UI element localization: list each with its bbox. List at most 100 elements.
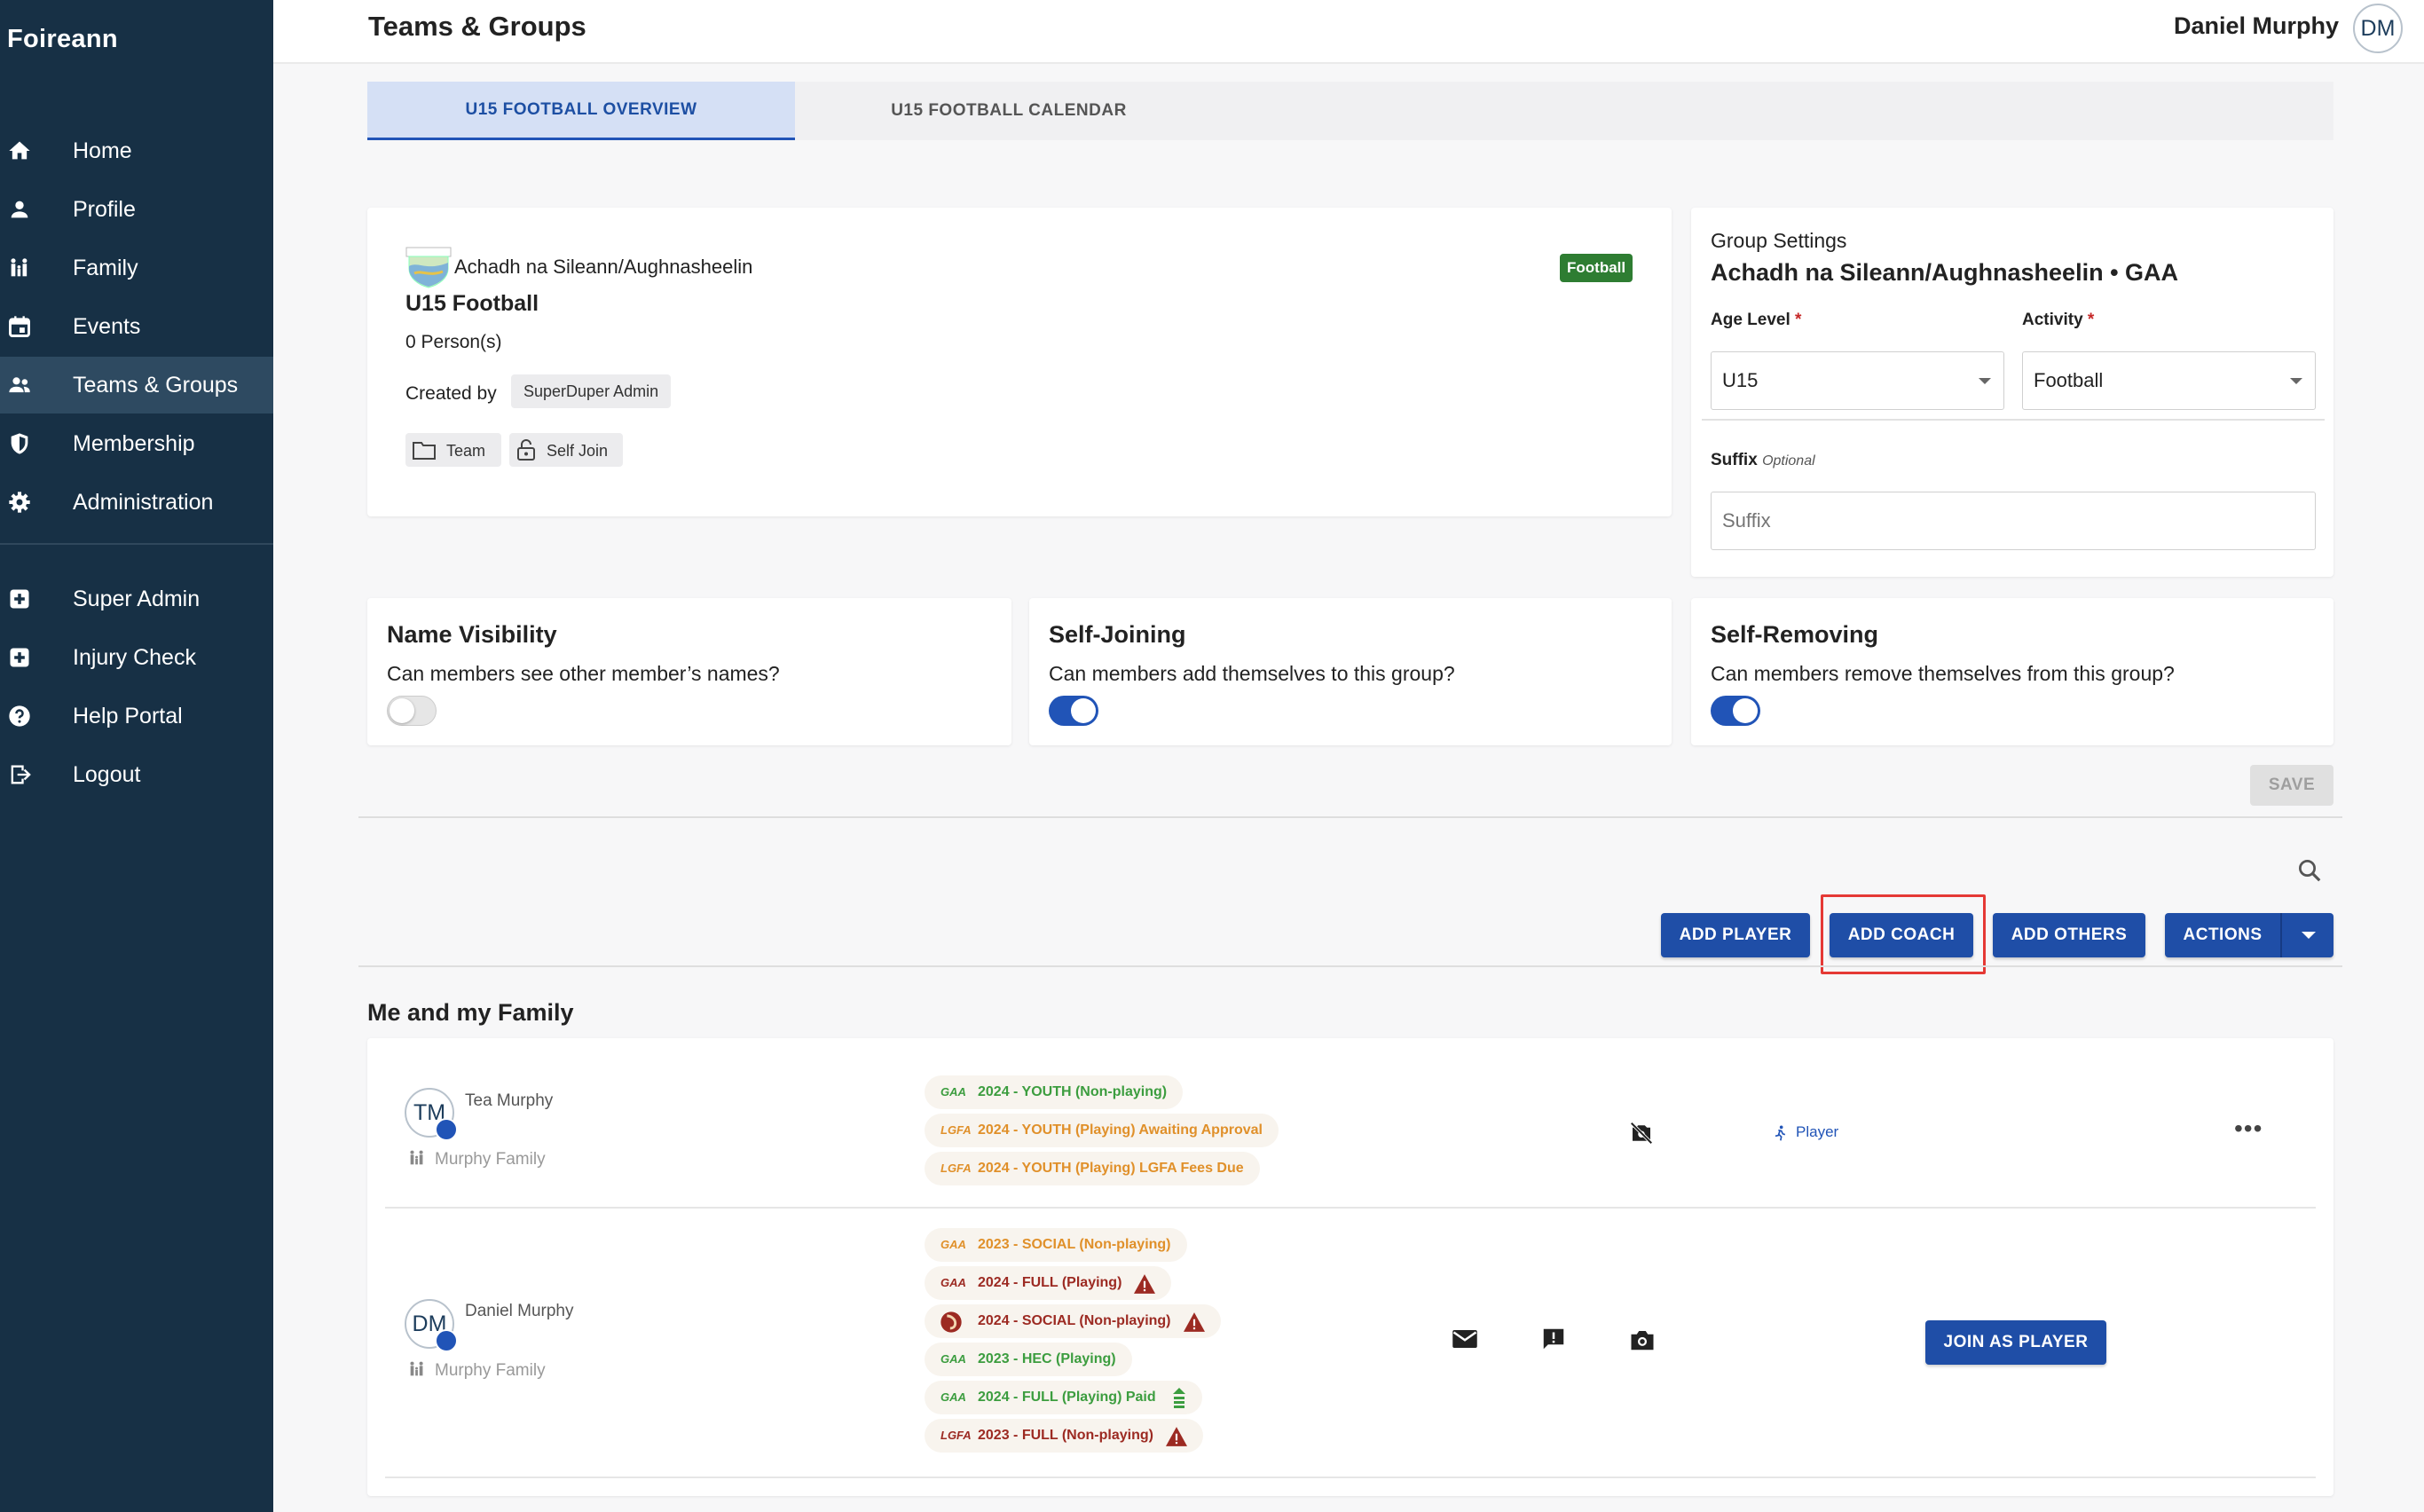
membership-chip[interactable]: GAA 2023 - HEC (Playing) [925,1343,1132,1376]
club-crest-icon [940,1311,962,1333]
chevron-down-icon [1979,378,1991,384]
tag-label: Self Join [547,442,609,460]
sidebar-item-family[interactable]: Family [0,240,273,296]
gaa-logo-icon: GAA [940,1085,966,1099]
member-name[interactable]: Tea Murphy [465,1091,553,1111]
self-join-tag-chip: Self Join [509,433,623,467]
membership-chip[interactable]: 2024 - SOCIAL (Non-playing) [925,1304,1221,1338]
group-settings-club-title: Achadh na Sileann/Aughnasheelin • GAA [1711,259,2179,286]
sidebar-item-label: Home [73,138,132,163]
self-removing-title: Self-Removing [1711,621,1879,648]
search-icon[interactable] [2296,857,2323,884]
sidebar-item-profile[interactable]: Profile [0,181,273,238]
add-others-button[interactable]: ADD OTHERS [1993,913,2145,957]
self-joining-toggle[interactable] [1049,696,1098,726]
self-removing-toggle[interactable] [1711,696,1760,726]
add-player-button[interactable]: ADD PLAYER [1661,913,1810,957]
actions-button[interactable]: ACTIONS [2165,913,2333,957]
sidebar-item-membership[interactable]: Membership [0,415,273,472]
activity-label: Activity * [2022,311,2095,329]
membership-chip[interactable]: LGFA 2024 - YOUTH (Playing) Awaiting Appr… [925,1114,1279,1147]
gaa-logo-icon: GAA [940,1390,966,1404]
chevron-down-icon [2290,378,2302,384]
family-icon [11,258,28,277]
sidebar-divider [0,543,273,545]
calendar-icon [9,316,30,337]
name-visibility-title: Name Visibility [387,621,557,648]
verified-badge-icon [435,1118,458,1141]
shield-icon [11,433,28,454]
chevron-down-icon[interactable] [2302,932,2316,939]
tab-calendar[interactable]: U15 FOOTBALL CALENDAR [795,82,1223,140]
warning-icon [1134,1274,1156,1294]
membership-chip[interactable]: GAA 2023 - SOCIAL (Non-playing) [925,1228,1187,1262]
sidebar-item-label: Profile [73,196,136,222]
sidebar-item-label: Membership [73,430,195,456]
brand-logo[interactable]: Foireann [7,25,118,54]
gaa-logo-icon: GAA [940,1352,966,1366]
feedback-icon[interactable] [1540,1326,1567,1352]
membership-chip[interactable]: GAA 2024 - FULL (Playing) Paid [925,1381,1202,1414]
team-tag-chip: Team [405,433,501,467]
member-name[interactable]: Daniel Murphy [465,1302,574,1321]
membership-chip[interactable]: LGFA 2024 - YOUTH (Playing) LGFA Fees Due [925,1152,1260,1185]
mail-icon[interactable] [1452,1327,1478,1351]
gaa-logo-icon: GAA [940,1276,966,1289]
lgfa-logo-icon: LGFA [940,1162,972,1175]
sidebar-item-events[interactable]: Events [0,298,273,355]
sidebar-item-logout[interactable]: Logout [0,746,273,803]
join-as-player-button[interactable]: JOIN AS PLAYER [1925,1320,2106,1365]
sidebar-item-home[interactable]: Home [0,122,273,179]
sidebar-item-super-admin[interactable]: Super Admin [0,571,273,627]
split-divider [2280,913,2282,957]
camera-icon[interactable] [1629,1327,1656,1352]
group-info-card: Achadh na Sileann/Aughnasheelin U15 Foot… [367,208,1672,516]
sidebar-item-injury-check[interactable]: Injury Check [0,629,273,686]
membership-chip[interactable]: GAA 2024 - FULL (Playing) [925,1266,1172,1300]
help-icon [9,705,30,727]
membership-chip[interactable]: LGFA 2023 - FULL (Non-playing) [925,1419,1203,1453]
home-icon [9,141,30,160]
top-header: Teams & Groups Daniel Murphy DM [273,0,2424,64]
more-options-icon[interactable]: ••• [2234,1114,2263,1143]
sidebar-item-label: Events [73,313,141,339]
no-photo-icon[interactable] [1627,1120,1656,1146]
name-visibility-toggle[interactable] [387,696,437,726]
sidebar-item-label: Help Portal [73,703,183,728]
sidebar-item-label: Administration [73,489,214,515]
created-by-label: Created by [405,383,497,404]
tab-overview[interactable]: U15 FOOTBALL OVERVIEW [367,82,795,140]
sidebar-item-label: Teams & Groups [73,372,239,398]
self-joining-question: Can members add themselves to this group… [1049,662,1455,685]
club-name: Achadh na Sileann/Aughnasheelin [454,256,753,278]
sidebar-item-label: Logout [73,761,141,787]
suffix-input[interactable] [1711,492,2316,550]
activity-select[interactable]: Football [2022,351,2316,410]
logout-icon [11,765,31,784]
age-level-select[interactable]: U15 [1711,351,2004,410]
warning-icon [1183,1312,1205,1332]
membership-chip[interactable]: GAA 2024 - YOUTH (Non-playing) [925,1075,1184,1109]
created-by-chip[interactable]: SuperDuper Admin [511,374,672,408]
section-divider [358,965,2342,967]
group-settings-card: Group Settings Achadh na Sileann/Aughnas… [1691,208,2333,577]
gaa-logo-icon: GAA [940,1238,966,1251]
tag-label: Team [446,442,486,460]
verified-badge-icon [435,1329,458,1352]
folder-icon [413,442,436,460]
save-button[interactable]: SAVE [2250,765,2333,806]
plus-box-icon [10,648,29,667]
sidebar-item-administration[interactable]: Administration [0,474,273,531]
sidebar-item-teams-groups[interactable]: Teams & Groups [0,357,273,413]
user-avatar[interactable]: DM [2353,4,2403,53]
avatar: TM [405,1088,458,1141]
add-coach-button[interactable]: ADD COACH [1830,913,1973,957]
self-removing-card: Self-Removing Can members remove themsel… [1691,598,2333,745]
user-name[interactable]: Daniel Murphy [2174,12,2339,40]
sidebar-item-help-portal[interactable]: Help Portal [0,688,273,744]
self-joining-title: Self-Joining [1049,621,1186,648]
section-divider [358,816,2342,818]
sidebar-item-label: Family [73,255,138,280]
club-crest-icon [405,247,452,288]
warning-icon [1165,1427,1187,1446]
